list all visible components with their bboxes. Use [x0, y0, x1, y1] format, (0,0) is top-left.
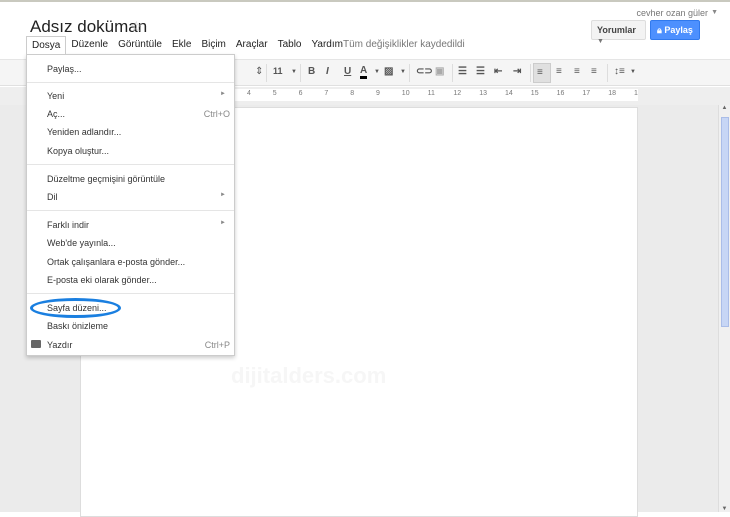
label: Aç...	[47, 109, 66, 119]
label: E-posta eki olarak gönder...	[47, 275, 157, 285]
save-status: Tüm değişiklikler kaydedildi	[343, 39, 465, 50]
label: Farklı indir	[47, 220, 90, 230]
ruler-tick-label: 16	[556, 90, 565, 97]
increase-indent-icon[interactable]: ⇥	[513, 66, 521, 77]
underline-button[interactable]: U	[344, 66, 351, 77]
menu-item-publish[interactable]: Web'de yayınla...	[27, 234, 234, 252]
menu-item-share[interactable]: Paylaş...	[27, 60, 234, 78]
ruler-tick-label: 6	[298, 90, 303, 97]
ruler-tick-label: 14	[505, 90, 513, 97]
bulleted-list-icon[interactable]: ☰	[476, 66, 485, 77]
label: Baskı önizleme	[47, 321, 109, 331]
ruler-tick-label: 7	[324, 90, 329, 97]
star-icon[interactable]: ☆	[130, 18, 143, 35]
caret-down-icon[interactable]: ▼	[400, 69, 406, 75]
scrollbar-thumb[interactable]	[721, 117, 729, 327]
font-size-select[interactable]: 11	[273, 66, 283, 76]
ruler-tick-label: 8	[350, 90, 355, 97]
menu-item-print[interactable]: Yazdır Ctrl+P	[27, 336, 234, 354]
label: Yeniden adlandır...	[47, 127, 122, 137]
ruler-tick-label: 4	[247, 90, 251, 97]
align-right-icon[interactable]: ≡	[574, 66, 580, 77]
menu-bar: Dosya Düzenle Görüntüle Ekle Biçim Araçl…	[26, 36, 348, 54]
menu-item-email-attachment[interactable]: E-posta eki olarak gönder...	[27, 271, 234, 289]
label: Web'de yayınla...	[47, 238, 116, 248]
menu-item-make-copy[interactable]: Kopya oluştur...	[27, 142, 234, 160]
share-button[interactable]: 🔒︎ Paylaş	[650, 20, 700, 40]
highlight-color-icon[interactable]: ▨	[384, 66, 393, 77]
caret-down-icon: ▼	[597, 38, 604, 45]
top-border	[0, 0, 730, 2]
justify-icon[interactable]: ≡	[591, 66, 597, 77]
scroll-up-icon[interactable]: ▲	[719, 105, 730, 111]
label: Yeni	[47, 91, 65, 101]
comments-button[interactable]: Yorumlar ▼	[591, 20, 646, 45]
ruler-tick-label: 11	[427, 90, 435, 97]
menu-item-new[interactable]: Yeni ►	[27, 87, 234, 105]
menu-item-open[interactable]: Aç... Ctrl+O	[27, 105, 234, 123]
ruler-tick-label: 15	[530, 90, 539, 97]
highlight-circle	[30, 298, 121, 318]
label: Paylaş...	[47, 64, 82, 74]
ruler-tick-label: 5	[272, 90, 277, 97]
menu-item-email-collaborators[interactable]: Ortak çalışanlara e-posta gönder...	[27, 253, 234, 271]
printer-icon	[31, 340, 41, 348]
vertical-scrollbar[interactable]: ▲ ▼	[718, 105, 730, 512]
submenu-arrow-icon: ►	[220, 91, 226, 97]
label: Kopya oluştur...	[47, 146, 110, 156]
watermark: dijitalders.com	[231, 363, 387, 388]
comments-label: Yorumlar	[597, 25, 636, 35]
caret-down-icon[interactable]: ▼	[374, 69, 380, 75]
menu-edit[interactable]: Düzenle	[66, 36, 113, 54]
text-color-button[interactable]: A	[360, 66, 368, 79]
menu-item-revision-history[interactable]: Düzeltme geçmişini görüntüle	[27, 170, 234, 188]
file-menu-dropdown: Paylaş... Yeni ► Aç... Ctrl+O Yeniden adla…	[26, 54, 235, 356]
caret-down-icon[interactable]: ▼	[630, 69, 636, 75]
line-spacing-icon[interactable]: ↕≡	[614, 66, 625, 77]
ruler-tick-label: 18	[608, 90, 616, 97]
menu-view[interactable]: Görüntüle	[113, 36, 167, 54]
menu-tools[interactable]: Araçlar	[231, 36, 273, 54]
menu-format[interactable]: Biçim	[196, 36, 230, 54]
decrease-indent-icon[interactable]: ⇤	[494, 66, 502, 77]
scroll-down-icon[interactable]: ▼	[719, 506, 730, 512]
lock-icon: 🔒︎	[657, 25, 662, 35]
label: Ortak çalışanlara e-posta gönder...	[47, 257, 186, 267]
menu-item-language[interactable]: Dil ►	[27, 188, 234, 206]
link-icon[interactable]: ⊂⊃	[416, 66, 433, 77]
align-center-icon[interactable]: ≡	[556, 66, 562, 77]
submenu-arrow-icon: ►	[220, 192, 226, 198]
label: Dil	[47, 192, 58, 202]
user-account[interactable]: cevher ozan güler	[636, 8, 708, 18]
align-left-icon[interactable]: ≡	[533, 63, 551, 83]
ruler-tick-label: 10	[401, 90, 410, 97]
menu-item-rename[interactable]: Yeniden adlandır...	[27, 123, 234, 141]
submenu-arrow-icon: ►	[220, 220, 226, 226]
label: Yazdır	[47, 340, 73, 350]
ruler-tick-label: 13	[479, 90, 487, 97]
numbered-list-icon[interactable]: ☰	[458, 66, 467, 77]
caret-down-icon[interactable]: ▼	[711, 9, 718, 16]
menu-help[interactable]: Yardım	[306, 36, 348, 54]
ruler-tick-label: 19	[634, 90, 638, 97]
menu-file[interactable]: Dosya	[26, 36, 67, 54]
menu-table[interactable]: Tablo	[273, 36, 307, 54]
menu-item-download-as[interactable]: Farklı indir ►	[27, 216, 234, 234]
shortcut: Ctrl+O	[203, 109, 230, 119]
menu-insert[interactable]: Ekle	[167, 36, 196, 54]
italic-button[interactable]: I	[326, 66, 329, 77]
ruler-tick-label: 9	[376, 90, 380, 97]
menu-item-print-preview[interactable]: Baskı önizleme	[27, 317, 234, 335]
share-label: Paylaş	[664, 25, 693, 35]
shortcut: Ctrl+P	[204, 340, 230, 350]
caret-down-icon[interactable]: ▼	[291, 69, 297, 75]
ruler-tick-label: 17	[582, 90, 591, 97]
ruler-tick-label: 12	[453, 90, 462, 97]
image-icon[interactable]: ▣	[435, 66, 444, 77]
bold-button[interactable]: B	[308, 66, 315, 77]
font-stepper-icon[interactable]: ⇕	[255, 66, 263, 77]
label: Düzeltme geçmişini görüntüle	[47, 174, 166, 184]
